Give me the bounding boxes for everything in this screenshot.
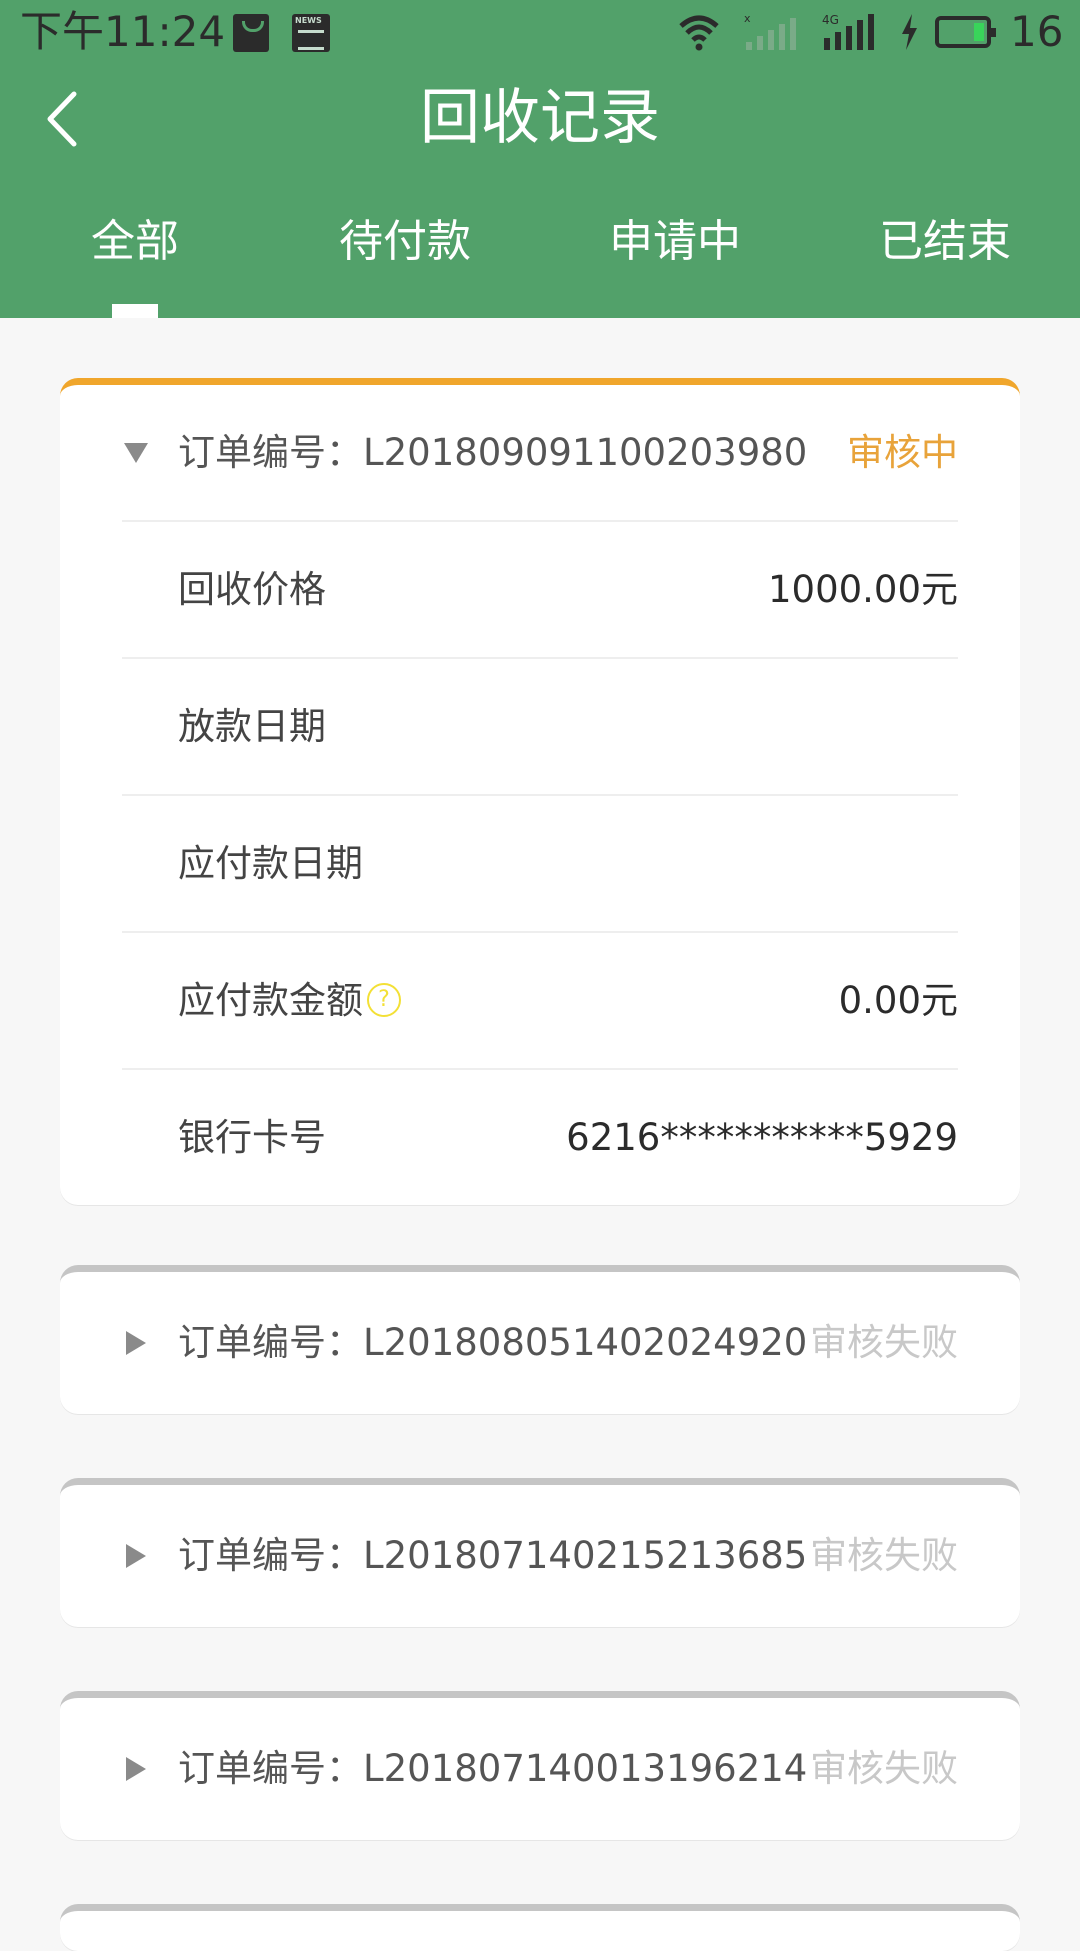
order-card-partial[interactable] — [60, 1904, 1020, 1951]
order-card[interactable]: 订单编号：L201807140215213685 审核失败 — [60, 1478, 1020, 1627]
field-row: 应付款金额? 0.00元 — [122, 933, 958, 1070]
order-card[interactable]: 订单编号：L201808051402024920 审核失败 — [60, 1265, 1020, 1414]
order-header[interactable]: 订单编号：L201809091100203980 审核中 — [122, 385, 958, 522]
order-header[interactable]: 订单编号：L201808051402024920 审核失败 — [122, 1272, 958, 1414]
field-value: 0.00元 — [838, 979, 958, 1022]
field-label: 应付款日期 — [178, 842, 363, 885]
field-row: 银行卡号 6216***********5929 — [122, 1070, 958, 1205]
order-card[interactable]: 订单编号：L201807140013196214 审核失败 — [60, 1691, 1020, 1840]
caret-right-icon[interactable] — [126, 1757, 146, 1781]
page-title: 回收记录 — [420, 83, 660, 153]
status-badge: 审核中 — [847, 431, 958, 474]
help-icon[interactable]: ? — [367, 982, 401, 1017]
field-label: 银行卡号 — [178, 1116, 326, 1159]
battery-icon — [935, 16, 996, 48]
field-label: 放款日期 — [178, 705, 326, 748]
charging-icon — [902, 14, 917, 50]
field-label-text: 应付款金额 — [178, 979, 363, 1022]
caret-right-icon[interactable] — [126, 1544, 146, 1568]
field-row: 应付款日期 — [122, 796, 958, 933]
tab-all[interactable]: 全部 — [35, 210, 235, 318]
order-number: 订单编号：L201807140013196214 — [178, 1747, 808, 1790]
svg-text:4G: 4G — [822, 13, 839, 27]
tab-bar: 全部 待付款 申请中 已结束 — [0, 210, 1080, 318]
field-label-with-help: 应付款金额? — [178, 933, 401, 1068]
field-row: 放款日期 — [122, 659, 958, 796]
order-header[interactable]: 订单编号：L201807140215213685 审核失败 — [122, 1485, 958, 1627]
4g-signal-icon: 4G — [822, 13, 874, 50]
order-number: 订单编号：L201808051402024920 — [178, 1321, 808, 1364]
tab-applying[interactable]: 申请中 — [575, 210, 775, 274]
field-row: 回收价格 1000.00元 — [122, 522, 958, 659]
order-number: 订单编号：L201807140215213685 — [178, 1534, 808, 1577]
battery-level: 16 — [1010, 7, 1064, 56]
shopping-bag-icon — [233, 14, 269, 52]
caret-right-icon[interactable] — [126, 1331, 146, 1355]
field-value: 6216***********5929 — [566, 1116, 958, 1159]
order-header[interactable]: 订单编号：L201807140013196214 审核失败 — [122, 1698, 958, 1840]
signal-icon: x — [744, 12, 796, 50]
status-badge: 审核失败 — [810, 1534, 958, 1577]
status-badge: 审核失败 — [810, 1747, 958, 1790]
tab-finished[interactable]: 已结束 — [845, 210, 1045, 274]
status-bar: 下午11:24 x 4G 16 — [0, 0, 1080, 64]
news-icon — [292, 14, 330, 52]
status-badge: 审核失败 — [810, 1321, 958, 1364]
order-card: 订单编号：L201809091100203980 审核中 回收价格 1000.0… — [60, 378, 1020, 1205]
order-number: 订单编号：L201809091100203980 — [178, 431, 808, 474]
wifi-icon — [679, 15, 719, 51]
tab-pending-payment[interactable]: 待付款 — [305, 210, 505, 274]
status-time: 下午11:24 — [20, 7, 226, 56]
caret-down-icon[interactable] — [124, 442, 148, 463]
svg-text:x: x — [744, 12, 751, 25]
field-value: 1000.00元 — [767, 568, 958, 611]
field-label: 回收价格 — [178, 568, 326, 611]
